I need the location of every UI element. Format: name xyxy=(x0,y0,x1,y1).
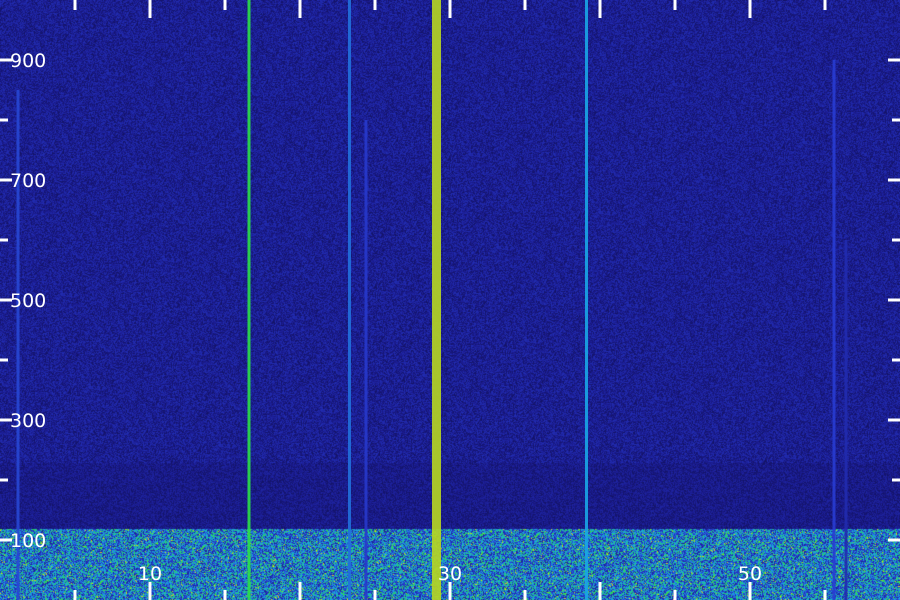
y-tick-label: 700 xyxy=(10,170,46,192)
x-tick-label: 10 xyxy=(138,563,162,585)
spectral-lines xyxy=(16,0,848,600)
y-tick-label: 100 xyxy=(10,530,46,552)
axis-overlay: 100 300 500 700 900 10 30 50 xyxy=(0,0,900,600)
y-tick-label: 900 xyxy=(10,50,46,72)
y-tick-label: 500 xyxy=(10,290,46,312)
spectral-line-4 xyxy=(432,0,441,600)
spectrogram-chart: 100 300 500 700 900 10 30 50 xyxy=(0,0,900,600)
spectral-line-7 xyxy=(844,240,848,600)
x-tick-label: 50 xyxy=(738,563,762,585)
spectral-line-6 xyxy=(832,60,836,600)
spectral-line-0 xyxy=(16,90,20,600)
spectral-line-5 xyxy=(585,0,588,600)
x-tick-label: 30 xyxy=(438,563,462,585)
spectral-line-2 xyxy=(348,0,351,600)
y-tick-label: 300 xyxy=(10,410,46,432)
spectral-line-1 xyxy=(247,0,251,600)
spectral-line-3 xyxy=(364,120,368,600)
tick-marks xyxy=(0,0,900,600)
tick-labels: 100 300 500 700 900 10 30 50 xyxy=(10,50,762,585)
